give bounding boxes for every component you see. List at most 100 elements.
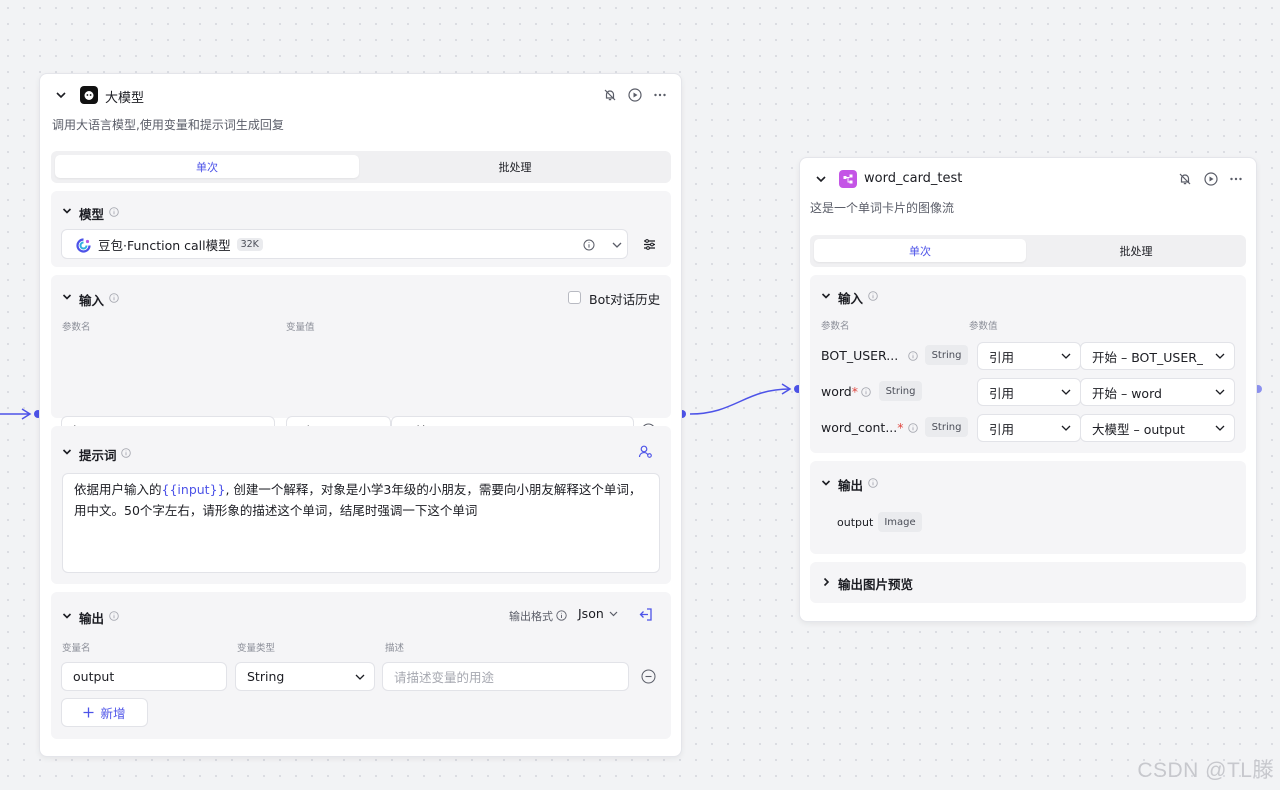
llm-mode-tabs: 单次 批处理	[51, 151, 671, 183]
prompt-section-title: 提示词	[79, 448, 117, 463]
param-type-tag: String	[925, 345, 968, 365]
notification-off-icon[interactable]	[602, 87, 618, 103]
chevron-down-icon	[354, 671, 366, 683]
collapse-chevron-icon[interactable]	[61, 446, 73, 458]
workflow-output-title: 输出	[838, 478, 864, 493]
preview-section[interactable]: 输出图片预览	[810, 562, 1246, 603]
prompt-editor[interactable]: 依据用户输入的{{input}}, 创建一个解释，对象是小学3年级的小朋友，需要…	[62, 473, 660, 573]
output-format-select[interactable]: Json	[578, 606, 619, 621]
chevron-down-icon	[1214, 422, 1226, 434]
chevron-down-icon	[1214, 350, 1226, 362]
llm-node[interactable]: 大模型 调用大语言模型,使用变量和提示词生成回复 单次 批处理 模型 豆包·Fu…	[39, 73, 682, 757]
param-source-select[interactable]: 引用	[977, 414, 1081, 442]
prompt-library-icon[interactable]	[637, 443, 653, 459]
workflow-input-section: 输入 参数名 参数值 BOT_USER... String 引用 开始 – BO…	[810, 275, 1246, 453]
model-settings-icon[interactable]	[640, 235, 658, 253]
param-value-select[interactable]: 大模型 – output	[1080, 414, 1235, 442]
workflow-node-title: word_card_test	[864, 171, 963, 186]
model-section-title: 模型	[79, 207, 105, 222]
info-icon[interactable]	[108, 206, 119, 217]
col-param-value: 参数值	[969, 321, 998, 332]
param-source-select[interactable]: 引用	[977, 378, 1081, 406]
image-flow-icon	[839, 170, 857, 188]
info-icon[interactable]	[582, 238, 595, 251]
collapse-chevron-icon[interactable]	[54, 88, 68, 102]
context-badge: 32K	[236, 237, 263, 251]
remove-row-icon[interactable]	[640, 668, 656, 684]
param-name: BOT_USER...	[821, 348, 899, 363]
param-type-tag: String	[925, 417, 968, 437]
chevron-right-icon[interactable]	[820, 576, 832, 588]
add-output-button[interactable]: 新增	[61, 698, 148, 727]
required-mark: *	[897, 420, 904, 435]
collapse-chevron-icon[interactable]	[820, 477, 832, 489]
output-type-tag: Image	[878, 512, 922, 532]
info-icon[interactable]	[120, 447, 131, 458]
preview-section-title: 输出图片预览	[838, 577, 914, 592]
history-checkbox[interactable]	[568, 291, 581, 304]
workflow-input-title: 输入	[838, 291, 864, 306]
output-format-label: 输出格式	[509, 610, 553, 623]
col-desc: 描述	[385, 643, 405, 654]
model-section: 模型 豆包·Function call模型 32K	[51, 191, 671, 267]
run-icon[interactable]	[1203, 171, 1219, 187]
param-value-select[interactable]: 开始 – word	[1080, 378, 1235, 406]
info-icon[interactable]	[860, 386, 871, 397]
col-param-value: 变量值	[286, 322, 315, 333]
output-desc-input[interactable]: 请描述变量的用途	[382, 662, 629, 691]
workflow-output-section: 输出 output Image	[810, 461, 1246, 554]
tab-batch[interactable]: 批处理	[363, 155, 667, 178]
tab-batch[interactable]: 批处理	[1030, 239, 1242, 262]
col-var-type: 变量类型	[237, 643, 276, 654]
collapse-chevron-icon[interactable]	[61, 205, 73, 217]
run-icon[interactable]	[627, 87, 643, 103]
param-type-tag: String	[879, 381, 922, 401]
info-icon[interactable]	[108, 292, 119, 303]
info-icon[interactable]	[867, 290, 878, 301]
param-value-select[interactable]: 开始 – BOT_USER_	[1080, 342, 1235, 370]
info-icon[interactable]	[108, 610, 119, 621]
chevron-down-icon	[1060, 350, 1072, 362]
llm-node-description: 调用大语言模型,使用变量和提示词生成回复	[52, 118, 284, 132]
collapse-chevron-icon[interactable]	[61, 291, 73, 303]
model-name: 豆包·Function call模型	[98, 237, 231, 253]
workflow-node[interactable]: word_card_test 这是一个单词卡片的图像流 单次 批处理 输入 参数…	[799, 157, 1257, 622]
input-section: 输入 Bot对话历史 参数名 变量值 input 引用 开始 – word 新增	[51, 275, 671, 481]
tab-single[interactable]: 单次	[55, 155, 359, 178]
edge-llm-to-workflow	[689, 388, 791, 415]
model-select[interactable]: 豆包·Function call模型 32K	[61, 229, 628, 259]
import-output-icon[interactable]	[637, 606, 653, 622]
prompt-section: 提示词 依据用户输入的{{input}}, 创建一个解释，对象是小学3年级的小朋…	[51, 426, 671, 584]
info-icon[interactable]	[867, 477, 878, 488]
doubao-logo-icon	[75, 237, 91, 253]
output-name-input[interactable]: output	[61, 662, 227, 691]
param-source-select[interactable]: 引用	[977, 342, 1081, 370]
chevron-down-icon[interactable]	[610, 238, 623, 251]
info-icon[interactable]	[907, 422, 918, 433]
col-param-name: 参数名	[821, 321, 850, 332]
output-section-title: 输出	[79, 611, 105, 626]
chevron-down-icon	[1060, 422, 1072, 434]
col-var-name: 变量名	[62, 643, 91, 654]
info-icon[interactable]	[555, 609, 567, 621]
param-name: word*	[821, 384, 858, 399]
output-name: output	[837, 516, 874, 529]
chevron-down-icon	[1060, 386, 1072, 398]
info-icon[interactable]	[907, 350, 918, 361]
col-param-name: 参数名	[62, 322, 91, 333]
plus-icon	[83, 707, 94, 718]
llm-node-title: 大模型	[105, 91, 145, 106]
watermark: CSDN @TL滕	[1137, 759, 1274, 782]
collapse-chevron-icon[interactable]	[61, 610, 73, 622]
prompt-variable: {{input}}	[161, 482, 226, 497]
required-mark: *	[851, 384, 858, 399]
collapse-chevron-icon[interactable]	[820, 290, 832, 302]
output-section: 输出 输出格式 Json 变量名 变量类型 描述 output String 请…	[51, 592, 671, 739]
tab-single[interactable]: 单次	[814, 239, 1026, 262]
more-icon[interactable]	[1228, 171, 1244, 187]
notification-off-icon[interactable]	[1177, 171, 1193, 187]
more-icon[interactable]	[652, 87, 668, 103]
output-type-select[interactable]: String	[235, 662, 375, 691]
chevron-down-icon	[608, 608, 619, 619]
collapse-chevron-icon[interactable]	[814, 172, 828, 186]
